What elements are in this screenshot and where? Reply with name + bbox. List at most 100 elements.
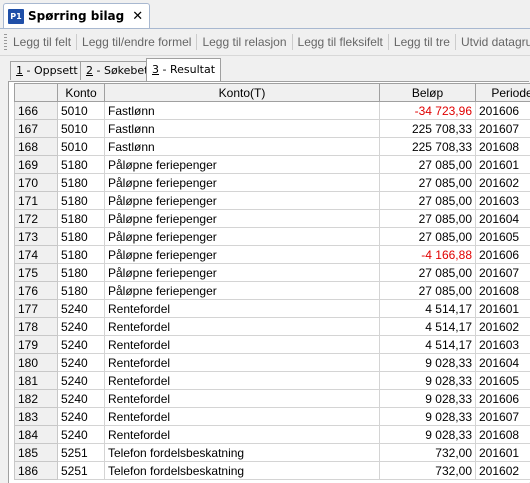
belop-cell[interactable]: 4 514,17 xyxy=(380,318,476,336)
column-header-konto-t[interactable]: Konto(T) xyxy=(105,84,380,102)
tab-resultat[interactable]: 3 - Resultat xyxy=(146,58,221,81)
konto-t-cell[interactable]: Påløpne feriepenger xyxy=(105,174,380,192)
konto-t-cell[interactable]: Rentefordel xyxy=(105,300,380,318)
table-row[interactable]: 1745180Påløpne feriepenger-4 166,8820160… xyxy=(15,246,530,264)
row-number-cell[interactable]: 182 xyxy=(15,390,58,408)
toolbar-button[interactable]: Legg til fleksifelt xyxy=(295,35,386,49)
konto-cell[interactable]: 5180 xyxy=(58,156,105,174)
row-number-cell[interactable]: 175 xyxy=(15,264,58,282)
row-number-cell[interactable]: 172 xyxy=(15,210,58,228)
periode-cell[interactable]: 201607 xyxy=(476,264,530,282)
table-row[interactable]: 1725180Påløpne feriepenger27 085,0020160… xyxy=(15,210,530,228)
konto-cell[interactable]: 5251 xyxy=(58,462,105,480)
row-number-cell[interactable]: 184 xyxy=(15,426,58,444)
row-number-cell[interactable]: 176 xyxy=(15,282,58,300)
periode-cell[interactable]: 201603 xyxy=(476,192,530,210)
table-row[interactable]: 1675010Fastlønn225 708,33201607 xyxy=(15,120,530,138)
periode-cell[interactable]: 201602 xyxy=(476,462,530,480)
konto-cell[interactable]: 5180 xyxy=(58,264,105,282)
konto-cell[interactable]: 5240 xyxy=(58,426,105,444)
konto-t-cell[interactable]: Rentefordel xyxy=(105,408,380,426)
belop-cell[interactable]: 4 514,17 xyxy=(380,300,476,318)
result-grid[interactable]: Konto Konto(T) Beløp Periode 1665010Fast… xyxy=(14,83,530,482)
periode-cell[interactable]: 201606 xyxy=(476,246,530,264)
konto-cell[interactable]: 5180 xyxy=(58,192,105,210)
row-number-cell[interactable]: 166 xyxy=(15,102,58,120)
table-row[interactable]: 1735180Påløpne feriepenger27 085,0020160… xyxy=(15,228,530,246)
row-number-cell[interactable]: 185 xyxy=(15,444,58,462)
row-number-cell[interactable]: 173 xyxy=(15,228,58,246)
konto-cell[interactable]: 5180 xyxy=(58,246,105,264)
table-row[interactable]: 1665010Fastlønn-34 723,96201606 xyxy=(15,102,530,120)
konto-t-cell[interactable]: Rentefordel xyxy=(105,390,380,408)
belop-cell[interactable]: 27 085,00 xyxy=(380,228,476,246)
table-row[interactable]: 1695180Påløpne feriepenger27 085,0020160… xyxy=(15,156,530,174)
konto-t-cell[interactable]: Påløpne feriepenger xyxy=(105,228,380,246)
periode-cell[interactable]: 201608 xyxy=(476,282,530,300)
belop-cell[interactable]: 27 085,00 xyxy=(380,192,476,210)
konto-t-cell[interactable]: Telefon fordelsbeskatning xyxy=(105,444,380,462)
row-number-cell[interactable]: 179 xyxy=(15,336,58,354)
belop-cell[interactable]: 225 708,33 xyxy=(380,138,476,156)
row-number-cell[interactable]: 171 xyxy=(15,192,58,210)
periode-cell[interactable]: 201605 xyxy=(476,228,530,246)
periode-cell[interactable]: 201607 xyxy=(476,408,530,426)
konto-cell[interactable]: 5251 xyxy=(58,444,105,462)
toolbar-button[interactable]: Legg til/endre formel xyxy=(79,35,194,49)
konto-cell[interactable]: 5240 xyxy=(58,300,105,318)
konto-cell[interactable]: 5010 xyxy=(58,138,105,156)
table-row[interactable]: 1825240Rentefordel9 028,33201606 xyxy=(15,390,530,408)
table-row[interactable]: 1795240Rentefordel4 514,17201603 xyxy=(15,336,530,354)
table-row[interactable]: 1855251Telefon fordelsbeskatning732,0020… xyxy=(15,444,530,462)
konto-cell[interactable]: 5180 xyxy=(58,282,105,300)
belop-cell[interactable]: 4 514,17 xyxy=(380,336,476,354)
periode-cell[interactable]: 201601 xyxy=(476,444,530,462)
table-row[interactable]: 1715180Påløpne feriepenger27 085,0020160… xyxy=(15,192,530,210)
periode-cell[interactable]: 201601 xyxy=(476,300,530,318)
konto-t-cell[interactable]: Rentefordel xyxy=(105,354,380,372)
belop-cell[interactable]: 9 028,33 xyxy=(380,354,476,372)
belop-cell[interactable]: 732,00 xyxy=(380,444,476,462)
row-number-cell[interactable]: 180 xyxy=(15,354,58,372)
periode-cell[interactable]: 201608 xyxy=(476,426,530,444)
periode-cell[interactable]: 201602 xyxy=(476,318,530,336)
belop-cell[interactable]: 27 085,00 xyxy=(380,210,476,228)
konto-t-cell[interactable]: Fastlønn xyxy=(105,120,380,138)
table-row[interactable]: 1835240Rentefordel9 028,33201607 xyxy=(15,408,530,426)
document-tab[interactable]: P1 Spørring bilag ✕ xyxy=(3,3,150,28)
row-number-cell[interactable]: 169 xyxy=(15,156,58,174)
belop-cell[interactable]: 9 028,33 xyxy=(380,408,476,426)
table-row[interactable]: 1865251Telefon fordelsbeskatning732,0020… xyxy=(15,462,530,480)
konto-cell[interactable]: 5010 xyxy=(58,102,105,120)
table-row[interactable]: 1685010Fastlønn225 708,33201608 xyxy=(15,138,530,156)
column-header-belop[interactable]: Beløp xyxy=(380,84,476,102)
row-number-cell[interactable]: 178 xyxy=(15,318,58,336)
periode-cell[interactable]: 201607 xyxy=(476,120,530,138)
konto-cell[interactable]: 5180 xyxy=(58,228,105,246)
periode-cell[interactable]: 201602 xyxy=(476,174,530,192)
konto-cell[interactable]: 5240 xyxy=(58,390,105,408)
row-number-cell[interactable]: 177 xyxy=(15,300,58,318)
konto-t-cell[interactable]: Fastlønn xyxy=(105,138,380,156)
konto-t-cell[interactable]: Påløpne feriepenger xyxy=(105,156,380,174)
konto-t-cell[interactable]: Rentefordel xyxy=(105,426,380,444)
periode-cell[interactable]: 201604 xyxy=(476,354,530,372)
table-row[interactable]: 1775240Rentefordel4 514,17201601 xyxy=(15,300,530,318)
column-header-rownum[interactable] xyxy=(15,84,58,102)
row-number-cell[interactable]: 168 xyxy=(15,138,58,156)
belop-cell[interactable]: 732,00 xyxy=(380,462,476,480)
toolbar-button[interactable]: Legg til felt xyxy=(10,35,74,49)
periode-cell[interactable]: 201606 xyxy=(476,102,530,120)
periode-cell[interactable]: 201605 xyxy=(476,372,530,390)
toolbar-button[interactable]: Utvid datagrunnlag xyxy=(458,35,530,49)
periode-cell[interactable]: 201601 xyxy=(476,156,530,174)
konto-t-cell[interactable]: Påløpne feriepenger xyxy=(105,264,380,282)
table-row[interactable]: 1845240Rentefordel9 028,33201608 xyxy=(15,426,530,444)
belop-cell[interactable]: 9 028,33 xyxy=(380,390,476,408)
konto-t-cell[interactable]: Påløpne feriepenger xyxy=(105,192,380,210)
belop-cell[interactable]: 27 085,00 xyxy=(380,174,476,192)
table-row[interactable]: 1755180Påløpne feriepenger27 085,0020160… xyxy=(15,264,530,282)
konto-t-cell[interactable]: Rentefordel xyxy=(105,318,380,336)
konto-cell[interactable]: 5180 xyxy=(58,174,105,192)
belop-cell[interactable]: -34 723,96 xyxy=(380,102,476,120)
